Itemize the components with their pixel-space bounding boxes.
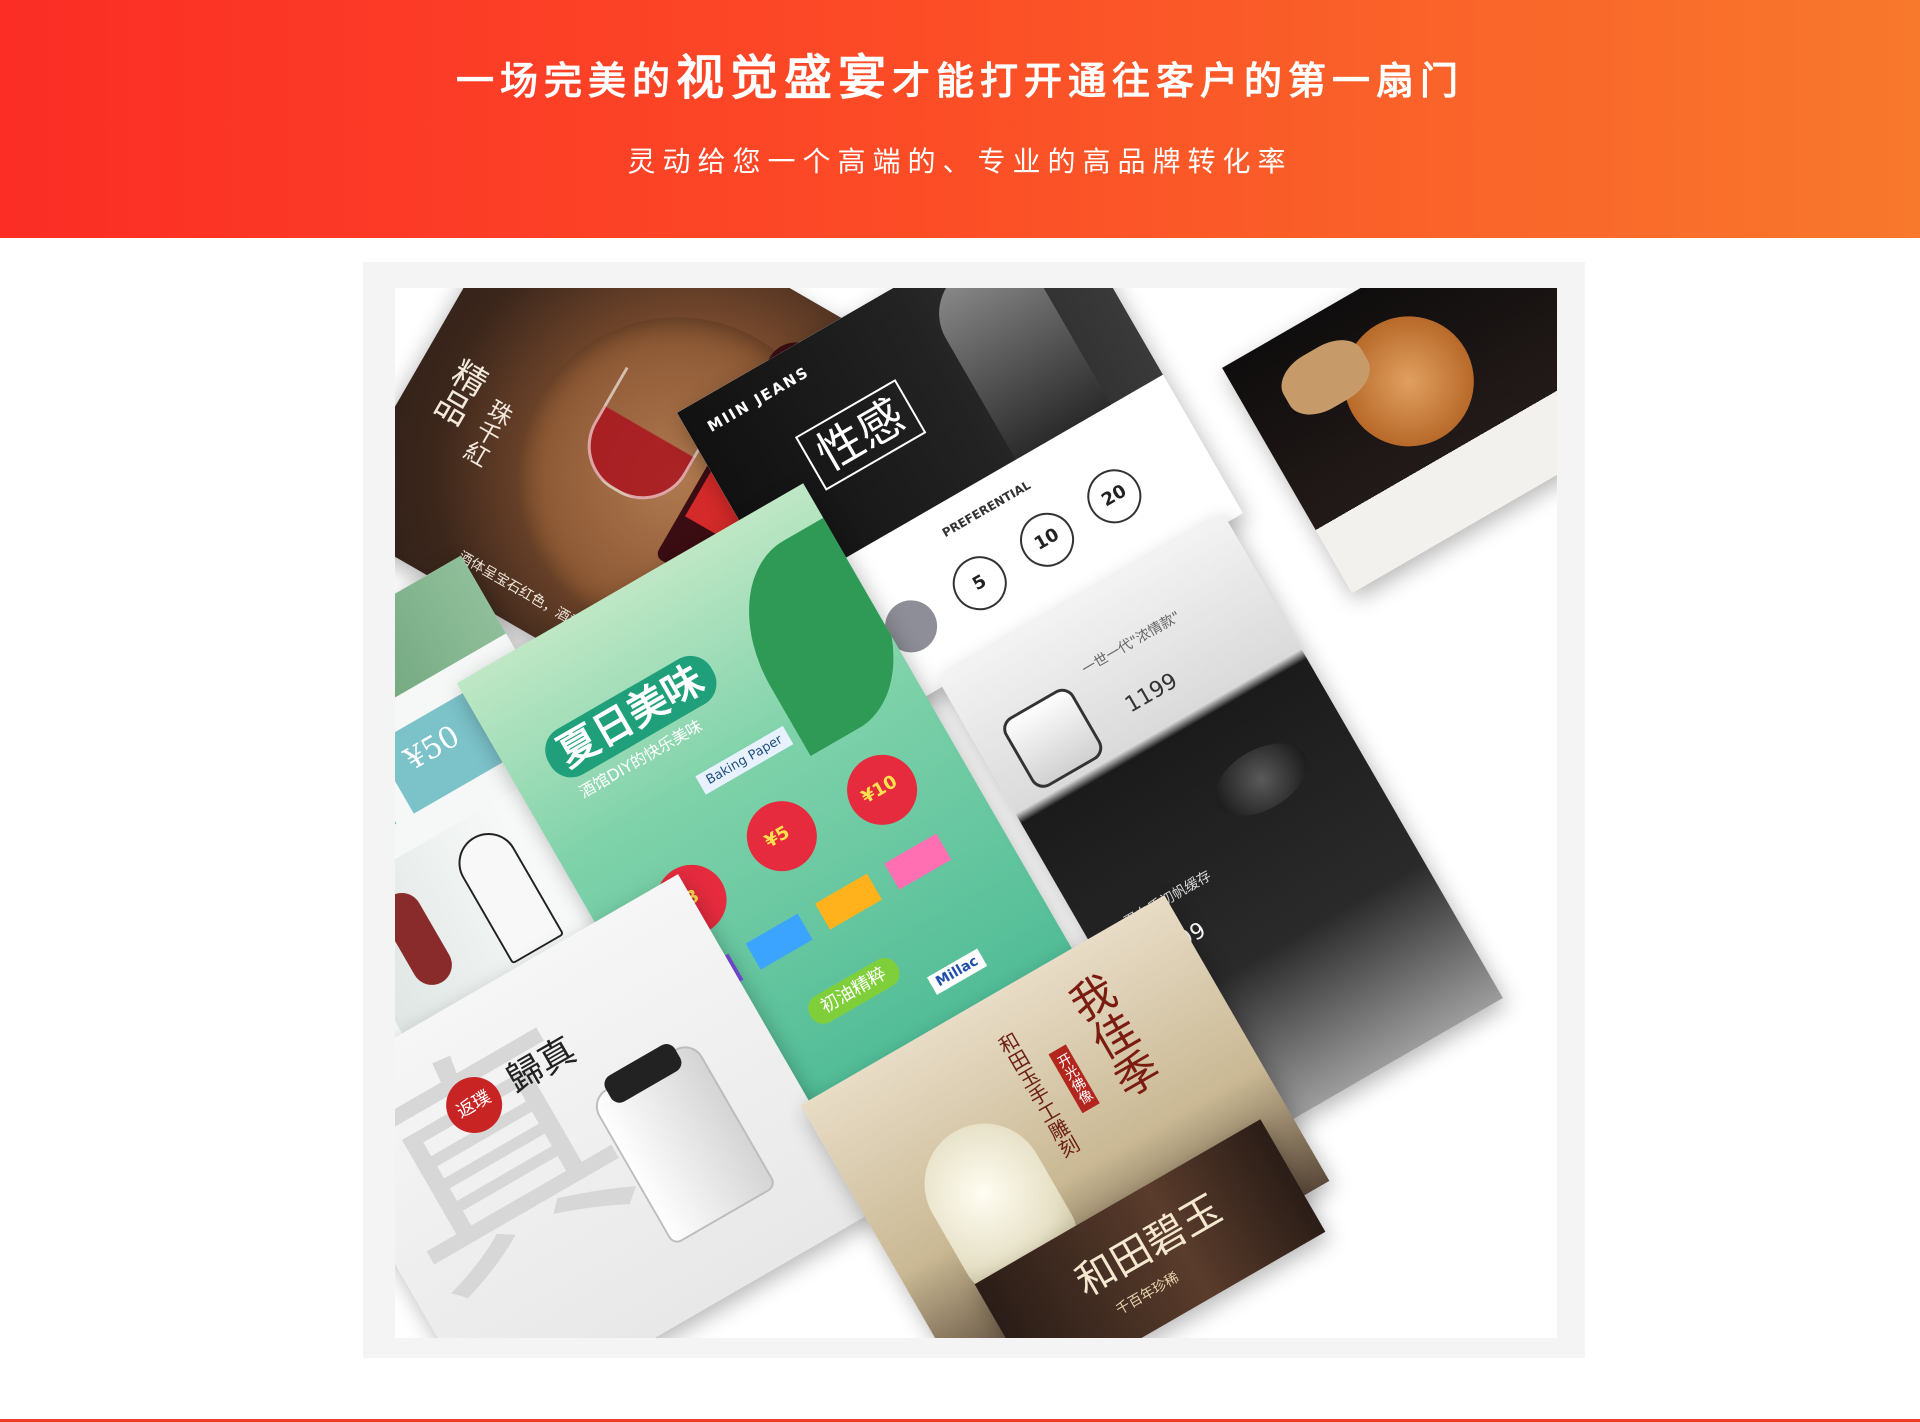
top-banner: 一场完美的视觉盛宴才能打开通往客户的第一扇门 灵动给您一个高端的、专业的高品牌转… <box>0 0 1920 238</box>
robot-vacuum <box>1202 728 1320 831</box>
design-collage: 精品 珠千紅 酒体呈宝石红色，酒香浓郁，有 MIIN JEANS 性感 PREF… <box>395 288 1557 1338</box>
price-flower-2[interactable]: ¥5 <box>761 822 793 853</box>
mooncake-tile <box>1222 288 1557 594</box>
coupon-5[interactable]: 5 <box>942 546 1017 621</box>
appliance-price-1: 1199 <box>1121 668 1183 719</box>
banner-subline: 灵动给您一个高端的、专业的高品牌转化率 <box>627 145 1293 178</box>
headline-suffix: 才能打开通往客户的第一扇门 <box>892 59 1465 103</box>
appliance-caption: 一世一代"浓情款" <box>1079 608 1184 678</box>
price-flower-3[interactable]: ¥10 <box>858 771 901 808</box>
summer-package: Baking Paper <box>695 725 794 795</box>
coupon-20[interactable]: 20 <box>1077 459 1152 534</box>
headline-prefix: 一场完美的 <box>455 59 676 103</box>
appliance-product <box>998 683 1108 793</box>
summer-brand: Millac <box>926 948 988 995</box>
headline-emphasis: 视觉盛宴 <box>675 50 892 106</box>
banner-headline: 一场完美的视觉盛宴才能打开通往客户的第一扇门 <box>0 48 1920 111</box>
coupon-amount: ¥50 <box>398 718 466 778</box>
coupon-10[interactable]: 10 <box>1010 502 1084 577</box>
